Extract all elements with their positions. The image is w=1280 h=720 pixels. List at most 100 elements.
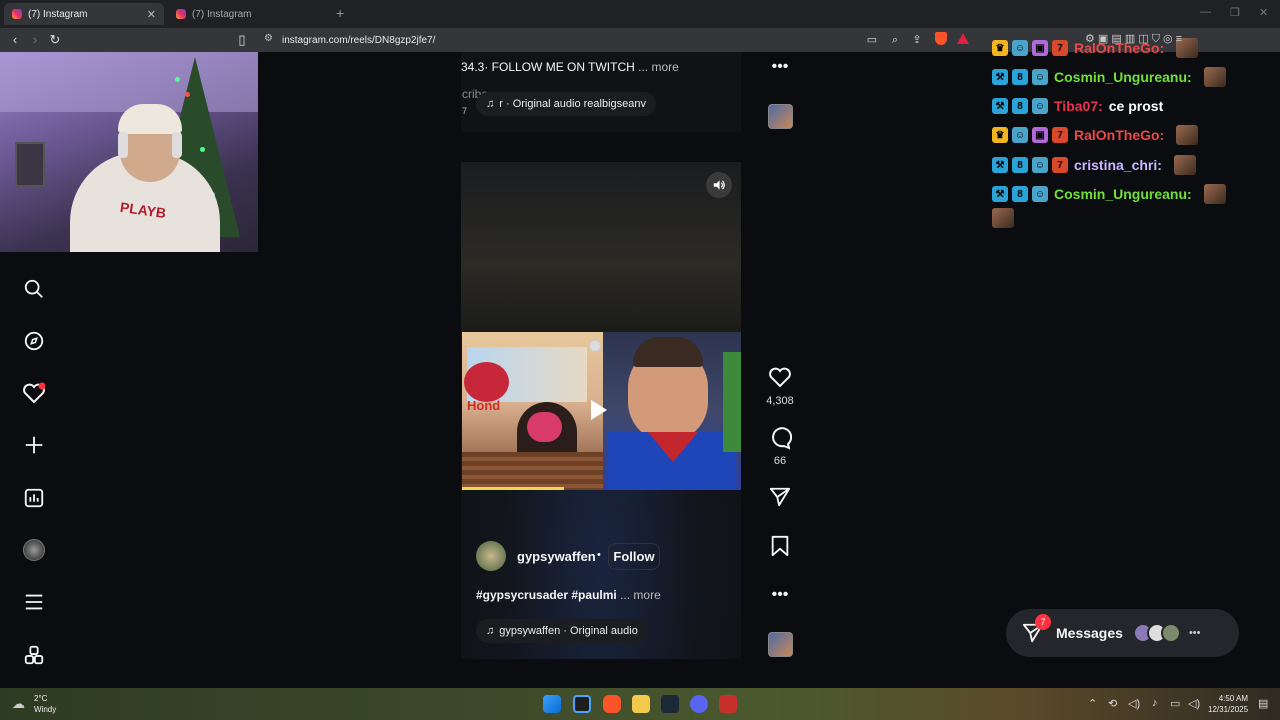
app-icon[interactable] <box>719 695 737 713</box>
comment-icon[interactable] <box>766 426 794 455</box>
messages-badge: 7 <box>1035 614 1051 630</box>
instagram-icon <box>176 9 186 19</box>
profile-avatar[interactable] <box>20 536 48 564</box>
speaker-icon[interactable]: ◁) <box>1188 697 1200 710</box>
video-text: Hond <box>467 398 501 413</box>
video-progress[interactable] <box>462 487 564 490</box>
audio-thumbnail[interactable] <box>768 104 793 129</box>
start-icon[interactable] <box>543 695 561 713</box>
weather-icon[interactable]: ☁ <box>12 696 25 712</box>
maximize-icon[interactable]: ❐ <box>1230 6 1240 19</box>
video-left-panel: Hond <box>462 332 603 490</box>
reel-audio[interactable]: ♫ gypsywaffen · Original audio <box>476 619 648 643</box>
separator-dot: • <box>597 549 601 561</box>
create-icon[interactable] <box>20 431 48 459</box>
more-link[interactable]: ... more <box>620 588 661 602</box>
reel-top-blur <box>461 162 741 332</box>
bg-badge-icon: 8 <box>1012 186 1028 202</box>
tab-instagram[interactable]: (7) Instagram <box>168 3 328 25</box>
mic-icon[interactable]: ♪ <box>1152 697 1158 709</box>
emote-icon <box>1203 67 1226 87</box>
network-icon[interactable]: ⟲ <box>1108 697 1117 710</box>
instagram-icon <box>12 9 22 19</box>
username[interactable]: gypsywaffen <box>517 549 596 564</box>
avatar <box>1160 623 1181 643</box>
new-tab-button[interactable]: + <box>336 5 344 21</box>
emote-icon <box>1176 125 1199 145</box>
char-badge-icon: ☺ <box>1032 186 1048 202</box>
char-badge-icon: ☺ <box>1032 157 1048 173</box>
music-note-icon: ♫ <box>486 98 495 110</box>
bookmark-icon[interactable]: ▯ <box>234 32 250 48</box>
more-icon[interactable]: ••• <box>1189 627 1201 639</box>
comment-count: 66 <box>773 455 787 467</box>
volume-icon[interactable] <box>706 172 732 198</box>
video-right-panel <box>603 332 741 490</box>
forward-icon[interactable]: › <box>27 32 43 48</box>
bg-badge-icon: 8 <box>1012 157 1028 173</box>
user-avatar[interactable] <box>476 541 506 571</box>
discord-icon[interactable] <box>690 695 708 713</box>
site-settings-icon[interactable]: ⚙ <box>264 33 273 44</box>
task-view-icon[interactable] <box>573 695 591 713</box>
more-options-icon[interactable]: ••• <box>766 58 794 76</box>
reload-icon[interactable]: ↻ <box>47 32 63 48</box>
close-window-icon[interactable]: ✕ <box>1259 6 1268 19</box>
file-explorer-icon[interactable] <box>632 695 650 713</box>
volume-tray-icon[interactable]: ◁) <box>1128 697 1140 710</box>
emote-icon <box>1203 184 1226 204</box>
chat-message: ♛ ☺ ▣ 7 RalOnTheGo: <box>992 124 1199 146</box>
emote-icon <box>992 208 1014 228</box>
chat-username: Tiba07: <box>1054 98 1103 114</box>
char-badge-icon: ☺ <box>1032 98 1048 114</box>
hammer-badge-icon: ⚒ <box>992 98 1008 114</box>
bg-badge-icon: 8 <box>1012 98 1028 114</box>
weather-widget[interactable]: 2°C Windy <box>34 693 56 715</box>
dashboard-icon[interactable] <box>20 484 48 512</box>
small-indicator-icon <box>589 340 601 352</box>
search-icon[interactable] <box>20 275 48 303</box>
audio-thumbnail[interactable] <box>768 632 793 657</box>
more-link[interactable]: ... more <box>638 60 679 74</box>
tab-instagram-active[interactable]: (7) Instagram ✕ <box>4 3 164 25</box>
share-icon[interactable]: ⇪ <box>909 32 925 48</box>
more-apps-icon[interactable] <box>20 641 48 669</box>
screen-icon[interactable]: ▭ <box>864 32 880 48</box>
url-text: instagram.com/reels/DN8gzp2jfe7/ <box>282 34 436 46</box>
chat-message: ⚒ 8 ☺ Cosmin_Ungureanu: <box>992 66 1226 88</box>
tray-expand-icon[interactable]: ⌃ <box>1088 697 1097 710</box>
play-icon[interactable] <box>591 400 607 420</box>
share-icon[interactable] <box>766 486 794 513</box>
notification-center-icon[interactable]: ▤ <box>1258 697 1268 710</box>
previous-reel-audio[interactable]: ♫ r · Original audio realbigseanv <box>476 92 656 116</box>
messages-button[interactable]: 7 Messages ••• <box>1006 609 1239 657</box>
brave-shield-icon[interactable] <box>933 32 949 49</box>
seven-badge-icon: 7 <box>1052 127 1068 143</box>
display-icon[interactable]: ▭ <box>1170 697 1180 710</box>
more-options-icon[interactable]: ••• <box>766 586 794 604</box>
save-icon[interactable] <box>766 535 794 562</box>
crown-badge-icon: ♛ <box>992 40 1008 56</box>
menu-icon[interactable] <box>20 588 48 616</box>
clock[interactable]: 4:50 AM 12/31/2025 <box>1208 693 1248 715</box>
previous-reel-caption: 34.3· FOLLOW ME ON TWITCH ... more <box>461 60 679 74</box>
zoom-icon[interactable]: ⌕ <box>887 32 903 48</box>
close-tab-icon[interactable]: ✕ <box>147 8 156 21</box>
direct-message-icon: 7 <box>1022 614 1051 644</box>
notifications-icon[interactable] <box>20 379 48 407</box>
brave-icon[interactable] <box>603 695 621 713</box>
crown-badge-icon: ♛ <box>992 127 1008 143</box>
follow-button[interactable]: Follow <box>608 543 660 570</box>
back-icon[interactable]: ‹ <box>7 32 23 48</box>
reel-caption: #gypsycrusader #paulmi ... more <box>476 588 661 602</box>
emote-icon <box>1173 155 1196 175</box>
extension-icons[interactable]: ⚙ ▣ ▤ ▥ ◫ ⛉ ◎ ≡ <box>1085 32 1182 46</box>
steam-icon[interactable] <box>661 695 679 713</box>
chat-message: ⚒ 8 ☺ Cosmin_Ungureanu: <box>992 183 1226 205</box>
explore-icon[interactable] <box>20 327 48 355</box>
minimize-icon[interactable]: — <box>1200 6 1211 18</box>
char-badge-icon: ☺ <box>1032 69 1048 85</box>
like-icon[interactable] <box>766 366 794 393</box>
gift-badge-icon: ▣ <box>1032 127 1048 143</box>
brave-rewards-icon[interactable] <box>955 32 971 48</box>
